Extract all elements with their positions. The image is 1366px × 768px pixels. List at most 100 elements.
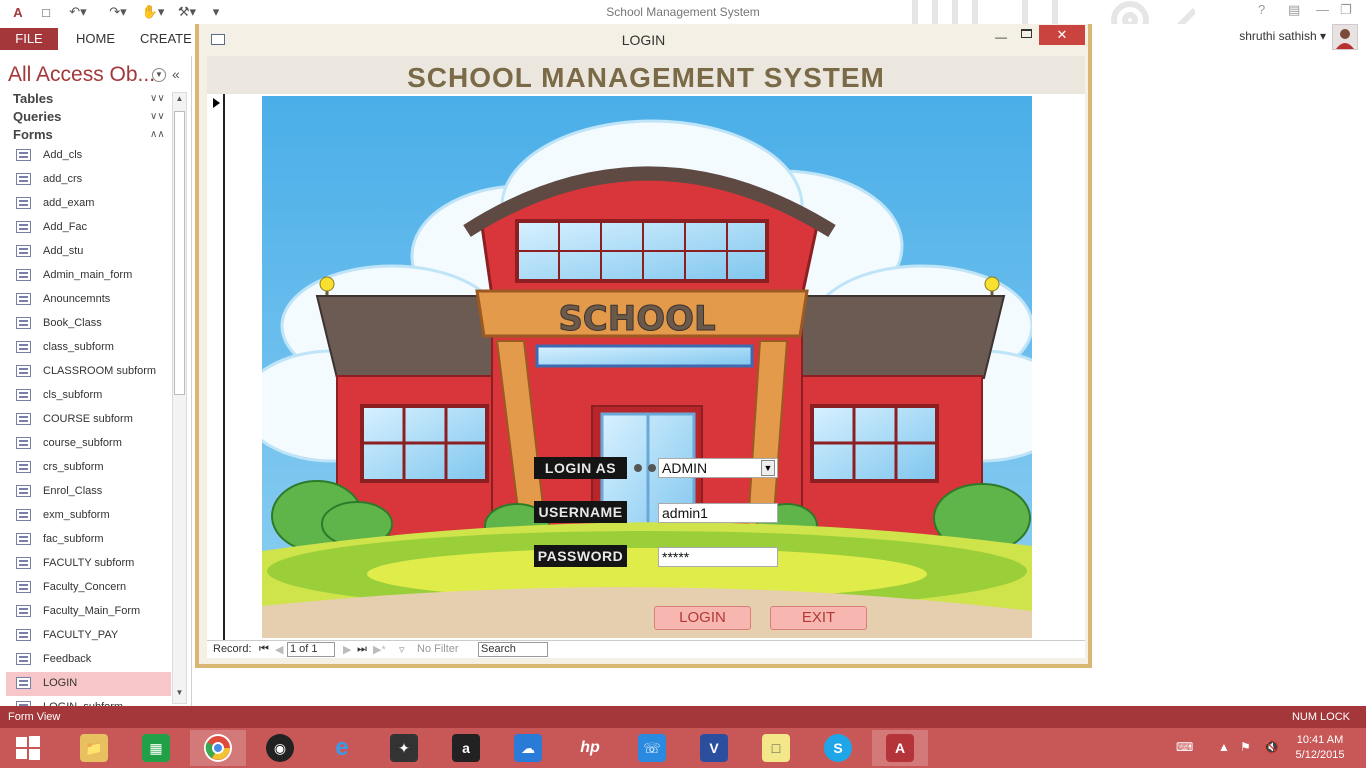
form-item[interactable]: Book_Class — [6, 312, 171, 336]
nav-pane-title[interactable]: All Access Ob... — [8, 63, 155, 87]
taskbar-onedrive[interactable]: ☁ — [500, 730, 556, 766]
password-label: PASSWORD — [534, 545, 627, 567]
collapse-forms-icon[interactable]: ∧∧ — [150, 129, 165, 140]
form-item[interactable]: Faculty_Main_Form — [6, 600, 171, 624]
form-item[interactable]: COURSE subform — [6, 408, 171, 432]
form-item[interactable]: course_subform — [6, 432, 171, 456]
form-item-label: Book_Class — [43, 317, 102, 329]
search-input[interactable]: Search — [478, 642, 548, 657]
taskbar-remote[interactable]: ☏ — [624, 730, 680, 766]
camera-icon: ◉ — [266, 734, 294, 762]
group-tables[interactable]: Tables — [13, 91, 53, 106]
form-object-icon — [16, 365, 31, 377]
form-item[interactable]: exm_subform — [6, 504, 171, 528]
action-center-flag-icon[interactable]: ⚑ — [1240, 740, 1251, 754]
group-forms[interactable]: Forms — [13, 127, 53, 142]
taskbar-hp[interactable]: hp — [562, 730, 618, 766]
new-record-icon[interactable]: ▶* — [373, 643, 386, 656]
tab-home[interactable]: HOME — [66, 28, 125, 50]
show-hidden-icons-icon[interactable]: ▲ — [1218, 740, 1230, 754]
taskbar-sticky-notes[interactable]: □ — [748, 730, 804, 766]
taskbar-store[interactable]: ▦ — [128, 730, 184, 766]
form-item[interactable]: Faculty_Concern — [6, 576, 171, 600]
restore-button[interactable]: ❐ — [1340, 2, 1352, 18]
form-close-button[interactable]: ✕ — [1039, 25, 1085, 45]
previous-record-icon[interactable]: ◀ — [275, 643, 283, 656]
form-window-title: LOGIN — [621, 32, 666, 48]
group-queries[interactable]: Queries — [13, 109, 61, 124]
form-item[interactable]: class_subform — [6, 336, 171, 360]
login-as-value: ADMIN — [662, 460, 708, 476]
last-record-icon[interactable]: ⏭ — [357, 643, 367, 656]
scroll-thumb[interactable] — [174, 111, 185, 395]
form-item[interactable]: Enrol_Class — [6, 480, 171, 504]
no-filter-text[interactable]: No Filter — [417, 643, 459, 655]
expand-queries-icon[interactable]: ∨∨ — [150, 111, 165, 122]
help-icon[interactable]: ? — [1258, 2, 1265, 17]
clock[interactable]: 10:41 AM 5/12/2015 — [1290, 733, 1350, 763]
chevron-down-icon: ▾ — [1319, 29, 1326, 43]
form-item[interactable]: crs_subform — [6, 456, 171, 480]
form-item-label: FACULTY_PAY — [43, 629, 119, 641]
volume-muted-icon[interactable]: 🔇 — [1264, 740, 1279, 754]
expand-tables-icon[interactable]: ∨∨ — [150, 93, 165, 104]
login-as-dropdown-icon[interactable]: ▼ — [761, 460, 775, 476]
user-name[interactable]: shruthi sathish ▾ — [1239, 29, 1326, 43]
nav-scrollbar[interactable]: ▲ ▼ — [172, 92, 187, 704]
taskbar-chrome[interactable] — [190, 730, 246, 766]
avatar[interactable] — [1332, 24, 1358, 50]
form-item[interactable]: FACULTY_PAY — [6, 624, 171, 648]
form-item[interactable]: fac_subform — [6, 528, 171, 552]
scroll-up-icon[interactable]: ▲ — [174, 94, 185, 108]
form-item[interactable]: add_crs — [6, 168, 171, 192]
form-item[interactable]: Add_Fac — [6, 216, 171, 240]
taskbar-internet-explorer[interactable]: e — [314, 730, 370, 766]
form-item[interactable]: Add_cls — [6, 144, 171, 168]
form-item-label: add_exam — [43, 197, 95, 209]
form-item[interactable]: LOGIN_subform — [6, 696, 171, 706]
form-item[interactable]: CLASSROOM subform — [6, 360, 171, 384]
exit-button[interactable]: EXIT — [770, 606, 867, 630]
form-item[interactable]: cls_subform — [6, 384, 171, 408]
ribbon-display-icon[interactable]: ▤ — [1288, 2, 1300, 18]
tab-create[interactable]: CREATE — [130, 28, 202, 50]
form-item-label: CLASSROOM subform — [43, 365, 157, 377]
folder-icon: 📁 — [80, 734, 108, 762]
record-selector[interactable] — [207, 94, 225, 640]
password-field[interactable]: ***** — [658, 547, 778, 567]
first-record-icon[interactable]: ⏮ — [259, 643, 269, 656]
form-item[interactable]: add_exam — [6, 192, 171, 216]
login-as-combobox[interactable]: ADMIN — [658, 458, 778, 478]
start-button[interactable] — [0, 730, 56, 766]
scroll-down-icon[interactable]: ▼ — [174, 688, 185, 702]
form-item[interactable]: Add_stu — [6, 240, 171, 264]
tab-file[interactable]: FILE — [0, 28, 58, 50]
nav-menu-dropdown-icon[interactable]: ▼ — [152, 68, 166, 82]
taskbar-amazon[interactable]: a — [438, 730, 494, 766]
form-maximize-button[interactable] — [1021, 29, 1032, 38]
filter-icon[interactable]: ▿ — [399, 643, 405, 656]
taskbar-camera[interactable]: ◉ — [252, 730, 308, 766]
username-field[interactable]: admin1 — [658, 503, 778, 523]
form-item[interactable]: Admin_main_form — [6, 264, 171, 288]
next-record-icon[interactable]: ▶ — [343, 643, 351, 656]
clock-time: 10:41 AM — [1296, 734, 1344, 746]
form-minimize-button[interactable]: — — [995, 30, 1007, 44]
taskbar-file-explorer[interactable]: 📁 — [66, 730, 122, 766]
current-record-field[interactable]: 1 of 1 — [287, 642, 335, 657]
keyboard-icon[interactable]: ⌨ — [1176, 740, 1193, 754]
minimize-button[interactable]: — — [1316, 2, 1329, 17]
taskbar-skype[interactable]: S — [810, 730, 866, 766]
form-item[interactable]: Feedback — [6, 648, 171, 672]
taskbar-games[interactable]: ✦ — [376, 730, 432, 766]
remote-icon: ☏ — [638, 734, 666, 762]
form-item-label: Anouncemnts — [43, 293, 111, 305]
form-object-icon — [16, 341, 31, 353]
form-item[interactable]: Anouncemnts — [6, 288, 171, 312]
shutter-bar-collapse-icon[interactable]: « — [172, 66, 180, 82]
taskbar-access[interactable]: A — [872, 730, 928, 766]
taskbar-visio[interactable]: V — [686, 730, 742, 766]
form-item[interactable]: LOGIN — [6, 672, 171, 696]
form-item[interactable]: FACULTY subform — [6, 552, 171, 576]
login-button[interactable]: LOGIN — [654, 606, 751, 630]
